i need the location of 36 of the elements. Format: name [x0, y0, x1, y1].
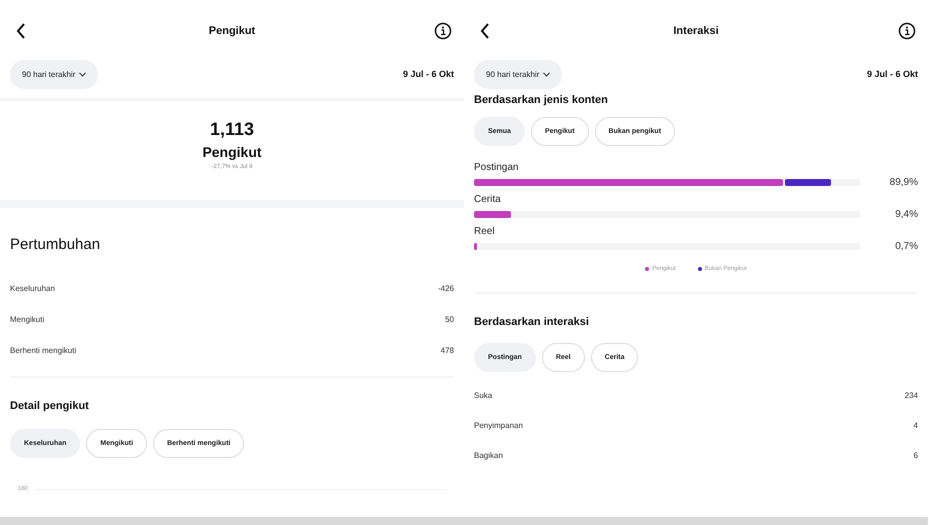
stat-label: Keseluruhan — [10, 284, 55, 293]
section-title: Berdasarkan jenis konten — [474, 93, 609, 106]
section-title: Detail pengikut — [10, 399, 90, 414]
bar-value: 9,4% — [894, 209, 918, 220]
info-icon[interactable] — [434, 22, 452, 40]
screen-title: Pengikut — [208, 25, 256, 37]
date-range: 9 Jul - 6 Okt — [402, 69, 454, 79]
stat-value: 4 — [914, 420, 918, 430]
section-title: Berdasarkan interaksi — [474, 315, 590, 330]
stat-label: Penyimpanan — [474, 420, 523, 430]
follower-count: 1,113 — [210, 119, 254, 140]
stat-value: 234 — [904, 390, 918, 400]
stat-value: 6 — [914, 450, 918, 460]
stat-value: 50 — [445, 315, 454, 324]
section-title: Pertumbuhan — [10, 235, 102, 255]
stat-label: Mengikuti — [10, 315, 44, 324]
stat-label: Berhenti mengikuti — [10, 346, 76, 355]
stat-label: Bagikan — [474, 450, 503, 460]
bar-value: 0,7% — [894, 241, 918, 252]
screen-title: Interaksi — [673, 25, 719, 37]
range-dropdown[interactable]: 90 hari terakhir — [474, 60, 562, 88]
stat-value: -426 — [438, 284, 454, 293]
bar-value: 89,9% — [888, 177, 918, 188]
bar-label: Cerita — [474, 193, 502, 207]
stat-label: Suka — [474, 390, 492, 400]
stat-value: 478 — [440, 346, 454, 355]
info-icon[interactable] — [898, 22, 916, 40]
chevron-icon — [79, 72, 86, 76]
range-dropdown[interactable]: 90 hari terakhir — [10, 60, 98, 88]
follower-label: Pengikut — [202, 144, 262, 160]
back-icon[interactable] — [480, 23, 490, 39]
bar-label: Postingan — [474, 161, 520, 175]
date-range: 9 Jul - 6 Okt — [866, 69, 918, 79]
back-icon[interactable] — [16, 23, 26, 39]
bar-label: Reel — [474, 225, 496, 239]
chevron-icon — [543, 72, 550, 76]
